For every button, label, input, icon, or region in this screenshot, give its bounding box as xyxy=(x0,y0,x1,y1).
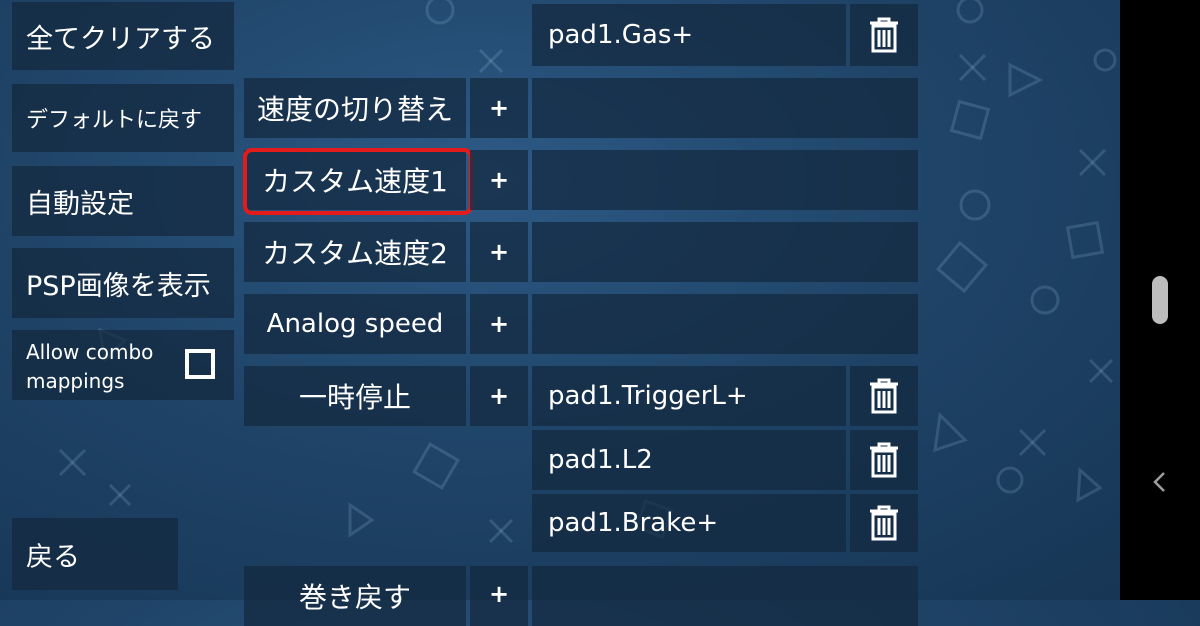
chevron-left-icon[interactable] xyxy=(1150,470,1170,494)
highlight-box xyxy=(243,148,473,215)
mapping-name-custom-speed-2[interactable]: カスタム速度2 xyxy=(244,222,466,282)
mapping-name-pause[interactable]: 一時停止 xyxy=(244,366,466,426)
back-label: 戻る xyxy=(26,541,80,573)
scrollbar-thumb[interactable] xyxy=(1152,276,1168,324)
trash-icon xyxy=(870,505,898,541)
delete-mapping-button[interactable] xyxy=(850,4,918,66)
add-mapping-button[interactable]: + xyxy=(470,78,528,138)
mapping-cell[interactable] xyxy=(532,150,918,210)
add-mapping-button[interactable]: + xyxy=(470,366,528,426)
delete-mapping-button[interactable] xyxy=(850,430,918,490)
add-mapping-button[interactable]: + xyxy=(470,566,528,626)
mapping-cell[interactable]: pad1.L2 xyxy=(532,430,846,490)
trash-icon xyxy=(870,378,898,414)
mapping-name-analog-speed[interactable]: Analog speed xyxy=(244,294,466,354)
add-mapping-button[interactable]: + xyxy=(470,222,528,282)
reset-default-label: デフォルトに戻す xyxy=(26,108,203,133)
delete-mapping-button[interactable] xyxy=(850,494,918,552)
clear-all-label: 全てクリアする xyxy=(26,23,215,55)
mapping-cell[interactable] xyxy=(532,294,918,354)
back-button[interactable]: 戻る xyxy=(12,518,178,590)
allow-combo-label: Allow combo mappings xyxy=(26,340,154,393)
mapping-cell[interactable] xyxy=(532,222,918,282)
mapping-name-rewind[interactable]: 巻き戻す xyxy=(244,566,466,626)
add-mapping-button[interactable]: + xyxy=(470,150,528,210)
mapping-cell[interactable]: pad1.Gas+ xyxy=(532,4,846,66)
auto-configure-label: 自動設定 xyxy=(26,188,134,220)
add-mapping-button[interactable]: + xyxy=(470,294,528,354)
show-psp-image-button[interactable]: PSP画像を表示 xyxy=(12,248,234,318)
mapping-cell[interactable] xyxy=(532,78,918,138)
mapping-cell[interactable]: pad1.TriggerL+ xyxy=(532,366,846,426)
mapping-cell[interactable]: pad1.Brake+ xyxy=(532,494,846,552)
auto-configure-button[interactable]: 自動設定 xyxy=(12,166,234,236)
allow-combo-checkbox-icon[interactable] xyxy=(185,349,215,379)
show-psp-image-label: PSP画像を表示 xyxy=(26,270,211,302)
mapping-name-speed-toggle[interactable]: 速度の切り替え xyxy=(244,78,466,138)
delete-mapping-button[interactable] xyxy=(850,366,918,426)
trash-icon xyxy=(870,17,898,53)
mapping-cell[interactable] xyxy=(532,566,918,626)
clear-all-button[interactable]: 全てクリアする xyxy=(12,2,234,70)
trash-icon xyxy=(870,442,898,478)
reset-default-button[interactable]: デフォルトに戻す xyxy=(12,84,234,152)
